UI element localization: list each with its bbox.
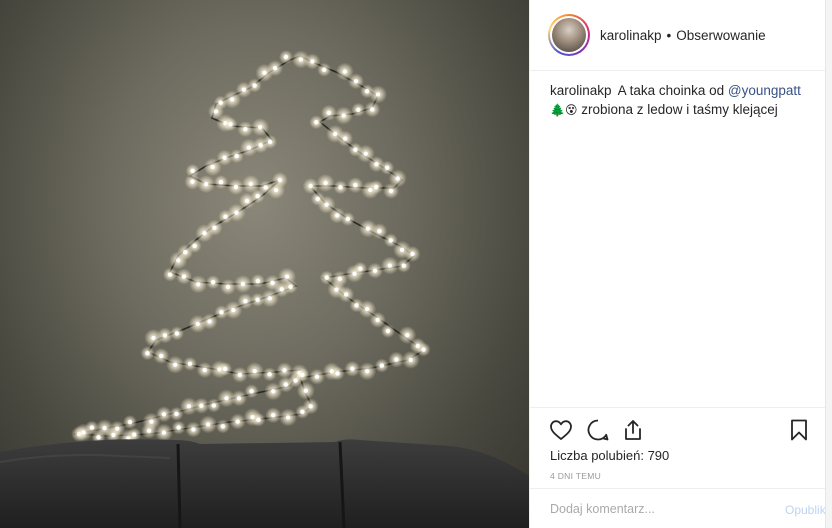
- comment-button[interactable]: [585, 418, 611, 442]
- like-button[interactable]: [548, 418, 574, 442]
- post-caption: karolinakp A taka choinka od @youngpatt …: [550, 81, 815, 120]
- following-button[interactable]: Obserwowanie: [676, 28, 765, 43]
- comment-input[interactable]: [550, 500, 780, 518]
- caption-text: A taka choinka od: [617, 83, 725, 98]
- post-header: karolinakp • Obserwowanie: [530, 0, 825, 71]
- save-button[interactable]: [786, 418, 812, 442]
- scrollbar[interactable]: [825, 0, 832, 528]
- caption-emoji: 🌲😵: [550, 103, 578, 117]
- avatar-image: [552, 18, 586, 52]
- username-link[interactable]: karolinakp: [600, 28, 662, 43]
- avatar[interactable]: [548, 14, 590, 56]
- share-icon: [625, 420, 641, 440]
- caption-text-2: zrobiona z ledow i taśmy klejącej: [581, 102, 778, 117]
- bookmark-icon: [791, 419, 807, 441]
- likes-count[interactable]: Liczba polubień: 790: [550, 448, 669, 463]
- post-photo[interactable]: [0, 0, 529, 528]
- share-button[interactable]: [620, 418, 646, 442]
- heart-icon: [550, 420, 572, 440]
- separator-dot: •: [666, 27, 672, 43]
- christmas-tree-lights-image: [0, 50, 529, 528]
- avatar-border: [550, 16, 588, 54]
- comment-icon: [587, 419, 609, 441]
- comment-bar: Opublikuj: [530, 488, 832, 528]
- post-timestamp[interactable]: 4 DNI TEMU: [550, 471, 601, 481]
- header-text: karolinakp • Obserwowanie: [600, 28, 766, 43]
- action-bar: [530, 407, 825, 449]
- caption-username-link[interactable]: karolinakp: [550, 83, 612, 98]
- mention-link[interactable]: @youngpatt: [728, 83, 801, 98]
- post-side-panel: karolinakp • Obserwowanie karolinakp A t…: [530, 0, 832, 528]
